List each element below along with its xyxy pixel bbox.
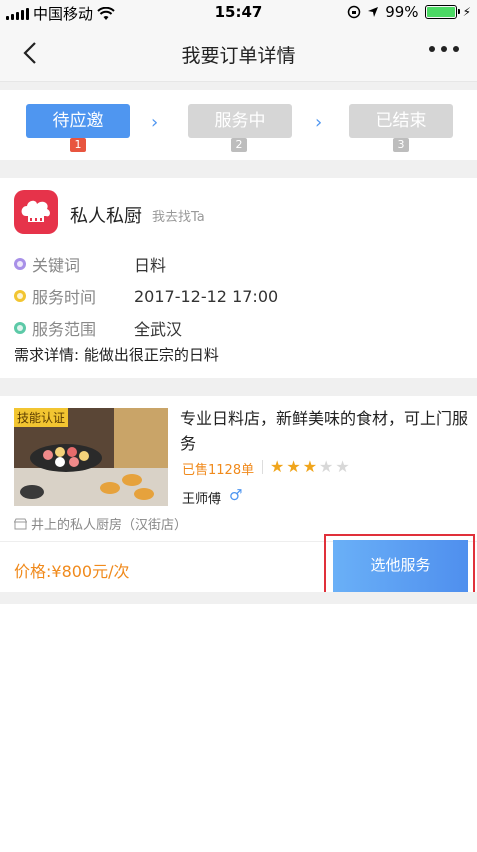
master-name: 王师傅 xyxy=(182,492,222,507)
page-title: 我要订单详情 xyxy=(181,45,296,67)
choose-highlight: 选他服务 xyxy=(324,534,475,600)
status-bar: 中国移动 15:47 99% ⚡ xyxy=(0,0,477,26)
choose-service-button[interactable]: 选他服务 xyxy=(333,540,468,592)
sold-count: 已售1128单 xyxy=(182,463,255,478)
step-number: 1 xyxy=(70,138,86,152)
keyword-row: 关键词 日料 xyxy=(14,252,166,276)
star-icon: ★ xyxy=(319,457,334,476)
star-icon: ★ xyxy=(270,457,285,476)
row-label: 服务范围 xyxy=(32,320,97,339)
step-ended: 已结束 xyxy=(349,104,453,138)
service-card[interactable]: 技能认证 专业日料店，新鲜美味的食材，可上门服务 已售1128单 ★ ★ ★ ★… xyxy=(0,396,477,600)
more-icon[interactable] xyxy=(429,46,459,52)
app-name: 私人私厨 xyxy=(70,206,142,227)
star-icon: ★ xyxy=(286,457,301,476)
rotation-lock-icon xyxy=(347,5,361,19)
chevron-right-icon: › xyxy=(315,112,323,133)
row-value: 日料 xyxy=(134,256,167,275)
nav-bar: 我要订单详情 xyxy=(0,26,477,82)
shop-row: 井上的私人厨房（汉街店） xyxy=(14,514,187,533)
chef-hat-icon xyxy=(14,190,58,234)
service-title[interactable]: 专业日料店，新鲜美味的食材，可上门服务 xyxy=(180,406,470,456)
order-progress: 待应邀 1 › 服务中 2 › 已结束 3 xyxy=(0,90,477,160)
service-photo[interactable]: 技能认证 xyxy=(14,408,168,506)
demand-card: 私人私厨 我去找Ta 关键词 日料 服务时间 2017-12-12 17:00 … xyxy=(0,178,477,378)
area-icon xyxy=(14,322,26,334)
row-value: 全武汉 xyxy=(134,320,183,339)
step-number: 2 xyxy=(231,138,247,152)
step-number: 3 xyxy=(393,138,409,152)
chevron-right-icon: › xyxy=(151,112,159,133)
shop-icon xyxy=(14,518,27,529)
find-ta-link[interactable]: 我去找Ta xyxy=(152,206,205,225)
charging-icon: ⚡ xyxy=(462,5,471,19)
star-icon: ★ xyxy=(302,457,318,476)
shop-name: 井上的私人厨房（汉街店） xyxy=(31,518,188,533)
service-area-row: 服务范围 全武汉 xyxy=(14,316,182,340)
battery-percent: 99% xyxy=(385,3,419,21)
skill-certified-badge: 技能认证 xyxy=(14,408,69,427)
step-pending: 待应邀 xyxy=(26,104,130,138)
battery-icon xyxy=(424,5,460,19)
row-label: 关键词 xyxy=(32,256,81,275)
service-time-row: 服务时间 2017-12-12 17:00 xyxy=(14,284,278,308)
male-icon: ♂ xyxy=(229,486,243,504)
rating-stars: ★ ★ ★ ★ ★ xyxy=(270,457,350,476)
clock-icon xyxy=(14,290,26,302)
step-in-service: 服务中 xyxy=(188,104,292,138)
keyword-icon xyxy=(14,258,26,270)
row-value: 2017-12-12 17:00 xyxy=(134,286,279,306)
star-icon: ★ xyxy=(335,457,350,476)
price-label: 价格:¥800元/次 xyxy=(14,562,130,581)
location-icon xyxy=(368,7,379,17)
demand-detail: 需求详情: 能做出很正宗的日料 xyxy=(14,346,219,364)
row-label: 服务时间 xyxy=(32,288,97,307)
